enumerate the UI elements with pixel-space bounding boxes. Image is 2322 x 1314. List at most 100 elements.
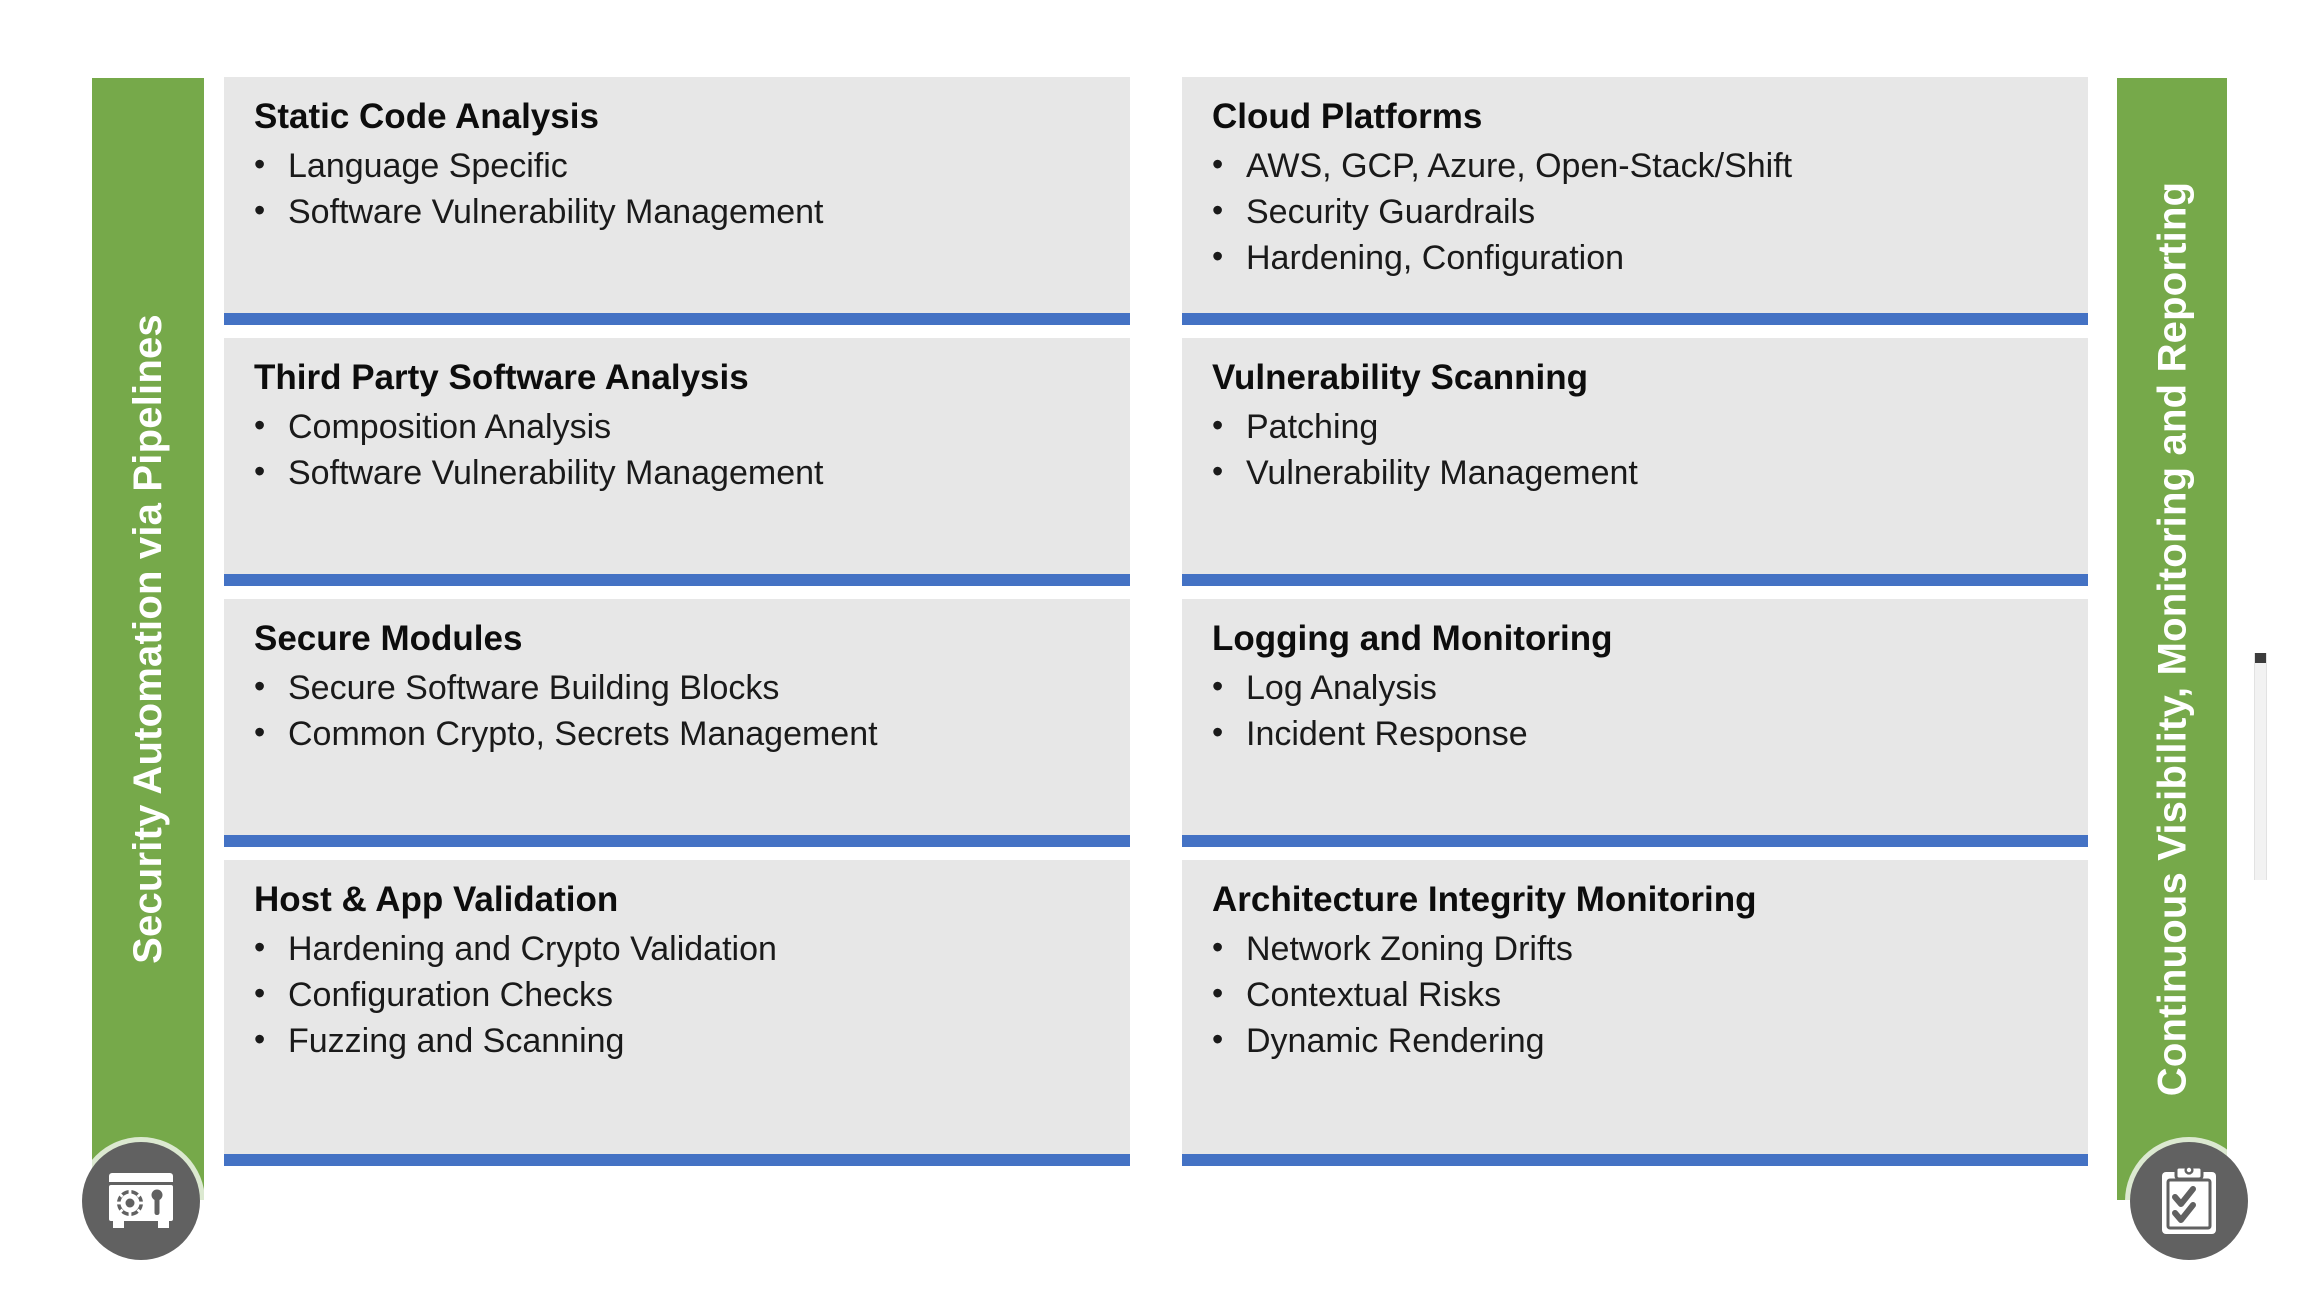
right-green-band: Continuous Visibility, Monitoring and Re… — [2117, 78, 2227, 1200]
list-item-label: Configuration Checks — [288, 975, 614, 1014]
card-secure-modules[interactable]: Secure Modules • Secure Software Buildin… — [224, 599, 1130, 847]
list-item-label: Software Vulnerability Management — [288, 192, 824, 231]
bullet-dot-icon: • — [1212, 667, 1224, 704]
right-column: Cloud Platforms • AWS, GCP, Azure, Open-… — [1182, 77, 2088, 1166]
card-underline — [224, 313, 1130, 325]
right-green-band-label: Continuous Visibility, Monitoring and Re… — [2150, 181, 2194, 1097]
bullet-dot-icon: • — [254, 713, 266, 750]
bullet-dot-icon: • — [254, 667, 266, 704]
bullet-dot-icon: • — [254, 452, 266, 489]
card-underline — [1182, 313, 2088, 325]
card-logging-and-monitoring[interactable]: Logging and Monitoring • Log Analysis • … — [1182, 599, 2088, 847]
list-item: • Vulnerability Management — [1212, 453, 2068, 493]
list-item-label: Common Crypto, Secrets Management — [288, 714, 878, 753]
list-item: • Hardening, Configuration — [1212, 238, 2068, 278]
bullet-dot-icon: • — [254, 974, 266, 1011]
card-bullet-list: • Composition Analysis • Software Vulner… — [224, 407, 1130, 493]
card-underline — [224, 574, 1130, 586]
list-item: • Patching — [1212, 407, 2068, 447]
list-item-label: Security Guardrails — [1246, 192, 1536, 231]
bullet-dot-icon: • — [1212, 237, 1224, 274]
list-item-label: Vulnerability Management — [1246, 453, 1638, 492]
card-bullet-list: • AWS, GCP, Azure, Open-Stack/Shift • Se… — [1182, 146, 2088, 278]
card-title: Host & App Validation — [254, 880, 619, 919]
card-static-code-analysis[interactable]: Static Code Analysis • Language Specific… — [224, 77, 1130, 325]
bullet-dot-icon: • — [1212, 406, 1224, 443]
list-item: • Software Vulnerability Management — [254, 453, 1110, 493]
clipboard-checklist-icon — [2159, 1165, 2219, 1237]
bullet-dot-icon: • — [254, 928, 266, 965]
list-item-label: Secure Software Building Blocks — [288, 668, 780, 707]
list-item-label: Hardening, Configuration — [1246, 238, 1625, 277]
bullet-dot-icon: • — [1212, 1020, 1224, 1057]
list-item-label: Composition Analysis — [288, 407, 612, 446]
left-green-band-label: Security Automation via Pipelines — [126, 314, 171, 964]
left-column: Static Code Analysis • Language Specific… — [224, 77, 1130, 1166]
safe-vault-badge — [82, 1142, 200, 1260]
bullet-dot-icon: • — [254, 191, 266, 228]
card-underline — [1182, 574, 2088, 586]
list-item: • Incident Response — [1212, 714, 2068, 754]
card-title: Third Party Software Analysis — [254, 358, 749, 397]
list-item-label: Dynamic Rendering — [1246, 1021, 1545, 1060]
card-underline — [1182, 835, 2088, 847]
bullet-dot-icon: • — [254, 406, 266, 443]
card-title: Secure Modules — [254, 619, 523, 658]
safe-vault-icon — [104, 1169, 178, 1233]
list-item: • Hardening and Crypto Validation — [254, 929, 1110, 969]
list-item-label: Software Vulnerability Management — [288, 453, 824, 492]
card-underline — [224, 1154, 1130, 1166]
list-item: • Software Vulnerability Management — [254, 192, 1110, 232]
bullet-dot-icon: • — [254, 145, 266, 182]
list-item-label: Network Zoning Drifts — [1246, 929, 1573, 968]
list-item-label: Contextual Risks — [1246, 975, 1502, 1014]
bullet-dot-icon: • — [254, 1020, 266, 1057]
list-item: • Composition Analysis — [254, 407, 1110, 447]
list-item: • Configuration Checks — [254, 975, 1110, 1015]
list-item: • Secure Software Building Blocks — [254, 668, 1110, 708]
list-item-label: Log Analysis — [1246, 668, 1437, 707]
list-item: • AWS, GCP, Azure, Open-Stack/Shift — [1212, 146, 2068, 186]
card-title: Architecture Integrity Monitoring — [1212, 880, 1757, 919]
card-title: Cloud Platforms — [1212, 97, 1483, 136]
diagram-canvas: Security Automation via Pipelines Contin… — [0, 0, 2322, 1314]
list-item: • Security Guardrails — [1212, 192, 2068, 232]
list-item-label: Incident Response — [1246, 714, 1528, 753]
left-green-band: Security Automation via Pipelines — [92, 78, 204, 1200]
list-item-label: Patching — [1246, 407, 1379, 446]
bullet-dot-icon: • — [1212, 452, 1224, 489]
clipboard-checklist-badge — [2130, 1142, 2248, 1260]
card-title: Static Code Analysis — [254, 97, 599, 136]
card-title: Vulnerability Scanning — [1212, 358, 1588, 397]
card-underline — [224, 835, 1130, 847]
bullet-dot-icon: • — [1212, 145, 1224, 182]
list-item-label: AWS, GCP, Azure, Open-Stack/Shift — [1246, 146, 1793, 185]
list-item: • Dynamic Rendering — [1212, 1021, 2068, 1061]
list-item: • Log Analysis — [1212, 668, 2068, 708]
list-item: • Network Zoning Drifts — [1212, 929, 2068, 969]
card-third-party-software-analysis[interactable]: Third Party Software Analysis • Composit… — [224, 338, 1130, 586]
list-item: • Fuzzing and Scanning — [254, 1021, 1110, 1061]
card-bullet-list: • Hardening and Crypto Validation • Conf… — [224, 929, 1130, 1061]
card-bullet-list: • Language Specific • Software Vulnerabi… — [224, 146, 1130, 232]
card-title: Logging and Monitoring — [1212, 619, 1613, 658]
list-item-label: Language Specific — [288, 146, 568, 185]
list-item-label: Hardening and Crypto Validation — [288, 929, 777, 968]
card-vulnerability-scanning[interactable]: Vulnerability Scanning • Patching • Vuln… — [1182, 338, 2088, 586]
list-item: • Language Specific — [254, 146, 1110, 186]
vertical-scrollbar[interactable] — [2254, 653, 2267, 880]
bullet-dot-icon: • — [1212, 928, 1224, 965]
card-bullet-list: • Patching • Vulnerability Management — [1182, 407, 2088, 493]
card-underline — [1182, 1154, 2088, 1166]
card-bullet-list: • Network Zoning Drifts • Contextual Ris… — [1182, 929, 2088, 1061]
list-item: • Common Crypto, Secrets Management — [254, 714, 1110, 754]
bullet-dot-icon: • — [1212, 191, 1224, 228]
scrollbar-thumb[interactable] — [2255, 653, 2266, 663]
list-item: • Contextual Risks — [1212, 975, 2068, 1015]
bullet-dot-icon: • — [1212, 713, 1224, 750]
list-item-label: Fuzzing and Scanning — [288, 1021, 625, 1060]
card-architecture-integrity-monitoring[interactable]: Architecture Integrity Monitoring • Netw… — [1182, 860, 2088, 1166]
card-cloud-platforms[interactable]: Cloud Platforms • AWS, GCP, Azure, Open-… — [1182, 77, 2088, 325]
card-host-app-validation[interactable]: Host & App Validation • Hardening and Cr… — [224, 860, 1130, 1166]
bullet-dot-icon: • — [1212, 974, 1224, 1011]
